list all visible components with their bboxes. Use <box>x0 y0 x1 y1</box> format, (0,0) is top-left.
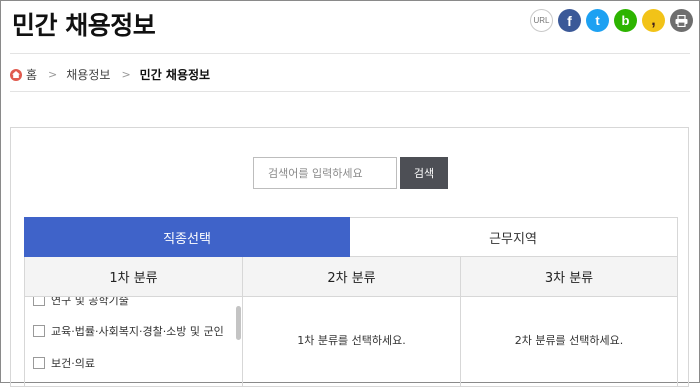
checkbox[interactable] <box>33 357 45 369</box>
search-bar: 검색 <box>253 157 448 189</box>
checkbox[interactable] <box>33 325 45 337</box>
category-list: 연구 및 공학기술 교육·법률·사회복지·경찰·소방 및 군인 보건·의료 <box>25 297 243 387</box>
tab-work-area[interactable]: 근무지역 <box>350 218 676 256</box>
page-title: 민간 채용정보 <box>12 11 156 40</box>
category-label: 연구 및 공학기술 <box>51 297 129 307</box>
column-header-first: 1차 분류 <box>25 257 242 297</box>
tab-bar: 직종선택 근무지역 <box>24 217 678 257</box>
column-second: 2차 분류 1차 분류를 선택하세요. <box>243 257 461 387</box>
category-label: 보건·의료 <box>51 357 95 370</box>
category-label: 교육·법률·사회복지·경찰·소방 및 군인 <box>51 325 224 338</box>
column-header-third: 3차 분류 <box>461 257 677 297</box>
list-item[interactable]: 연구 및 공학기술 <box>33 297 129 308</box>
category-table: 1차 분류 연구 및 공학기술 교육·법률·사회복지·경찰·소방 및 군인 보건… <box>24 257 678 387</box>
breadcrumb-jobs[interactable]: 채용정보 <box>66 66 110 83</box>
divider <box>10 91 690 92</box>
search-button[interactable]: 검색 <box>400 157 448 189</box>
home-icon[interactable] <box>10 68 22 81</box>
url-icon[interactable]: URL <box>530 9 553 32</box>
checkbox[interactable] <box>33 297 45 306</box>
select-prompt: 1차 분류를 선택하세요. <box>297 334 406 347</box>
scrollbar[interactable] <box>236 306 241 340</box>
divider <box>10 53 690 54</box>
list-item[interactable]: 교육·법률·사회복지·경찰·소방 및 군인 <box>33 323 224 339</box>
breadcrumb-home[interactable]: 홈 <box>26 66 37 83</box>
column-third: 3차 분류 2차 분류를 선택하세요. <box>461 257 677 387</box>
column-first: 1차 분류 연구 및 공학기술 교육·법률·사회복지·경찰·소방 및 군인 보건… <box>25 257 243 387</box>
blog-icon[interactable]: b <box>614 9 637 32</box>
chevron-right-icon: > <box>48 68 58 81</box>
tab-job-type[interactable]: 직종선택 <box>24 217 350 257</box>
chevron-right-icon: > <box>121 68 131 81</box>
breadcrumb-current: 민간 채용정보 <box>139 68 211 82</box>
breadcrumb: 홈 > 채용정보 > 민간 채용정보 <box>10 66 212 83</box>
column-header-second: 2차 분류 <box>243 257 460 297</box>
print-icon[interactable] <box>670 9 693 32</box>
kakaostory-icon[interactable]: , <box>642 9 665 32</box>
twitter-icon[interactable]: t <box>586 9 609 32</box>
select-prompt: 2차 분류를 선택하세요. <box>514 334 624 347</box>
share-bar: URL f t b , <box>530 9 693 32</box>
search-input[interactable] <box>253 157 397 189</box>
facebook-icon[interactable]: f <box>558 9 581 32</box>
list-item[interactable]: 보건·의료 <box>33 355 95 371</box>
